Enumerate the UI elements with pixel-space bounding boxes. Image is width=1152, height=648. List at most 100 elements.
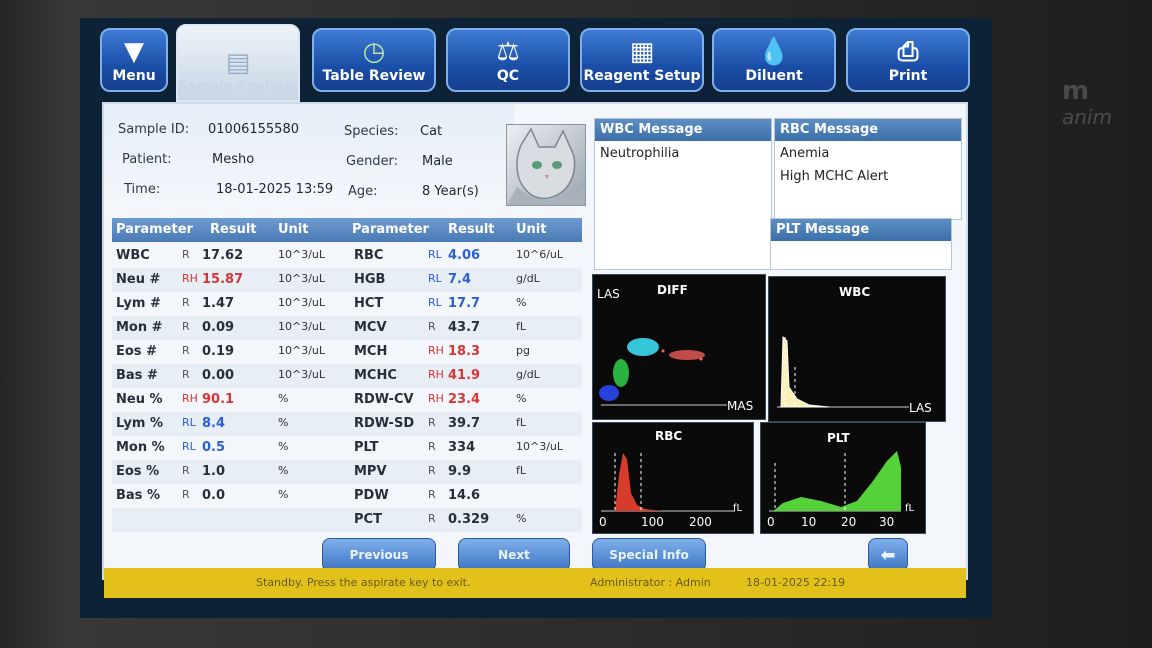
header-unit: Unit [278,222,309,237]
result-flag: R [182,296,190,309]
table-row: Mon % RL 0.5% PLT R 334 10^3/uL [112,436,582,460]
result-value: 17.62 [202,248,244,263]
result-value: 0.0 [202,488,226,503]
table-row: Lym % RL 8.4% RDW-SD R 39.7 fL [112,412,582,436]
result-value: 1.47 [202,296,235,311]
parameter-name: RDW-CV [354,392,414,407]
back-arrow-icon: ⬅ [880,544,896,566]
parameter-name: MCH [354,344,388,359]
parameter-name: Mon # [116,320,163,335]
age-value: 8 Year(s) [422,184,479,199]
result-value: 9.9 [448,464,472,479]
plt-tick: 10 [801,515,817,529]
result-value: 39.7 [448,416,481,431]
chart-icon: ▤ [225,48,251,78]
cat-species-image [506,124,586,206]
result-unit: % [516,392,527,405]
result-unit: % [516,296,527,309]
result-flag: RL [428,272,442,285]
rbc-tick: 100 [641,515,664,529]
result-flag: RL [428,296,442,309]
header-unit: Unit [516,222,547,237]
table-row: Eos # R 0.19 10^3/uL MCH RH 18.3 pg [112,340,582,364]
table-row: Mon # R 0.09 10^3/uL MCV R 43.7 fL [112,316,582,340]
result-value: 1.0 [202,464,226,479]
rbc-message-line: High MCHC Alert [780,169,889,184]
result-value: 14.6 [448,488,481,503]
status-message: Standby. Press the aspirate key to exit. [256,576,471,589]
diff-scattergram: LAS DIFF MAS [592,274,766,420]
result-value: 23.4 [448,392,481,407]
tab-sample-analysis[interactable]: ▤ Sample Analysis [176,24,300,102]
table-row: Bas # R 0.00 10^3/uL MCHC RH 41.9 g/dL [112,364,582,388]
tab-print[interactable]: ⎙ Print [846,28,970,92]
parameter-name: Eos % [116,464,160,479]
next-button[interactable]: Next [458,538,570,572]
tab-qc[interactable]: ⚖ QC [446,28,570,92]
parameter-name: RBC [354,248,384,263]
result-flag: R [182,248,190,261]
result-unit: % [278,464,289,477]
parameter-name: Eos # [116,344,157,359]
result-flag: RH [428,368,444,381]
result-flag: RL [182,416,196,429]
sample-info: Sample ID: 01006155580 Patient: Mesho Ti… [104,104,514,208]
species-value: Cat [420,124,443,139]
tab-diluent[interactable]: 💧 Diluent [712,28,836,92]
result-unit: fL [516,464,527,477]
tab-menu[interactable]: ▼ Menu [100,28,168,92]
result-unit: fL [516,320,527,333]
sample-id-label: Sample ID: [118,122,190,137]
result-value: 90.1 [202,392,235,407]
parameter-name: MCHC [354,368,397,383]
tab-label: Print [888,68,928,84]
back-button[interactable]: ⬅ [868,538,908,572]
result-flag: RH [182,392,198,405]
previous-button[interactable]: Previous [322,538,436,572]
result-unit: fL [516,416,527,429]
result-flag: R [428,512,436,525]
result-unit: % [516,512,527,525]
rbc-histogram: RBC 0 100 200 fL [592,422,754,534]
result-unit: g/dL [516,368,540,381]
sample-id-value: 01006155580 [208,122,299,137]
wbc-message-line: Neutrophilia [600,146,680,161]
table-row: Neu # RH 15.87 10^3/uL HGB RL 7.4 g/dL [112,268,582,292]
result-unit: % [278,392,289,405]
device-model-label [1005,590,1010,606]
wbc-histogram: WBC LAS [768,276,946,422]
header-result: Result [210,222,257,237]
parameter-name: MCV [354,320,387,335]
result-unit: 10^3/uL [278,272,326,285]
rbc-tick: 0 [599,515,607,529]
rbc-tick: 200 [689,515,712,529]
result-flag: R [428,416,436,429]
result-value: 0.00 [202,368,235,383]
result-flag: RL [428,248,442,261]
parameter-name: Neu # [116,272,161,287]
result-value: 7.4 [448,272,472,287]
header-result: Result [448,222,495,237]
result-flag: R [182,344,190,357]
result-unit: pg [516,344,530,357]
special-info-button[interactable]: Special Info [592,538,706,572]
tab-table-review[interactable]: ◷ Table Review [312,28,436,92]
table-row: Bas % R 0.0% PDW R 14.6 [112,484,582,508]
parameter-name: Mon % [116,440,165,455]
result-flag: R [428,320,436,333]
result-unit: g/dL [516,272,540,285]
tab-label: Reagent Setup [583,68,701,84]
result-value: 17.7 [448,296,481,311]
result-value: 15.87 [202,272,244,287]
header-parameter: Parameter [352,222,429,237]
tab-reagent-setup[interactable]: ▦ Reagent Setup [580,28,704,92]
plt-tick: 0 [767,515,775,529]
analyzer-screen: ▼ Menu ▤ Sample Analysis ◷ Table Review … [80,18,992,618]
wbc-message-box: WBC Message Neutrophilia [594,118,772,270]
table-row: Lym # R 1.47 10^3/uL HCT RL 17.7% [112,292,582,316]
rbc-message-box: RBC Message Anemia High MCHC Alert [774,118,962,220]
timer-icon: ◷ [362,37,386,67]
result-unit: % [278,440,289,453]
result-value: 0.09 [202,320,235,335]
plt-tick: 20 [841,515,857,529]
